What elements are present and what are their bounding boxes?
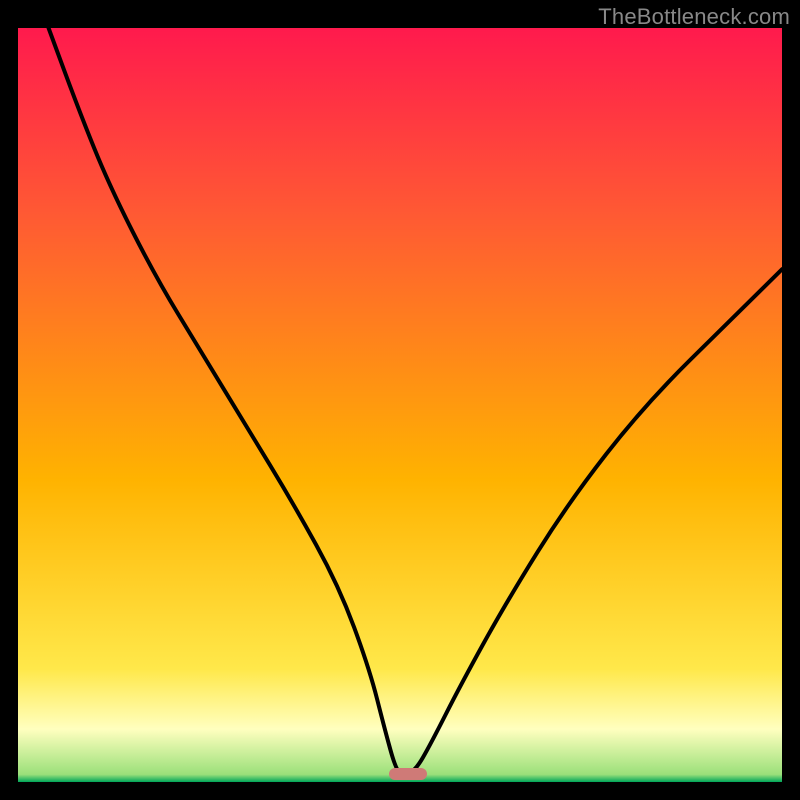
bottleneck-curve (18, 28, 782, 782)
watermark-text: TheBottleneck.com (598, 4, 790, 30)
optimal-marker (389, 768, 427, 780)
chart-frame: TheBottleneck.com (0, 0, 800, 800)
plot-area (18, 28, 782, 782)
